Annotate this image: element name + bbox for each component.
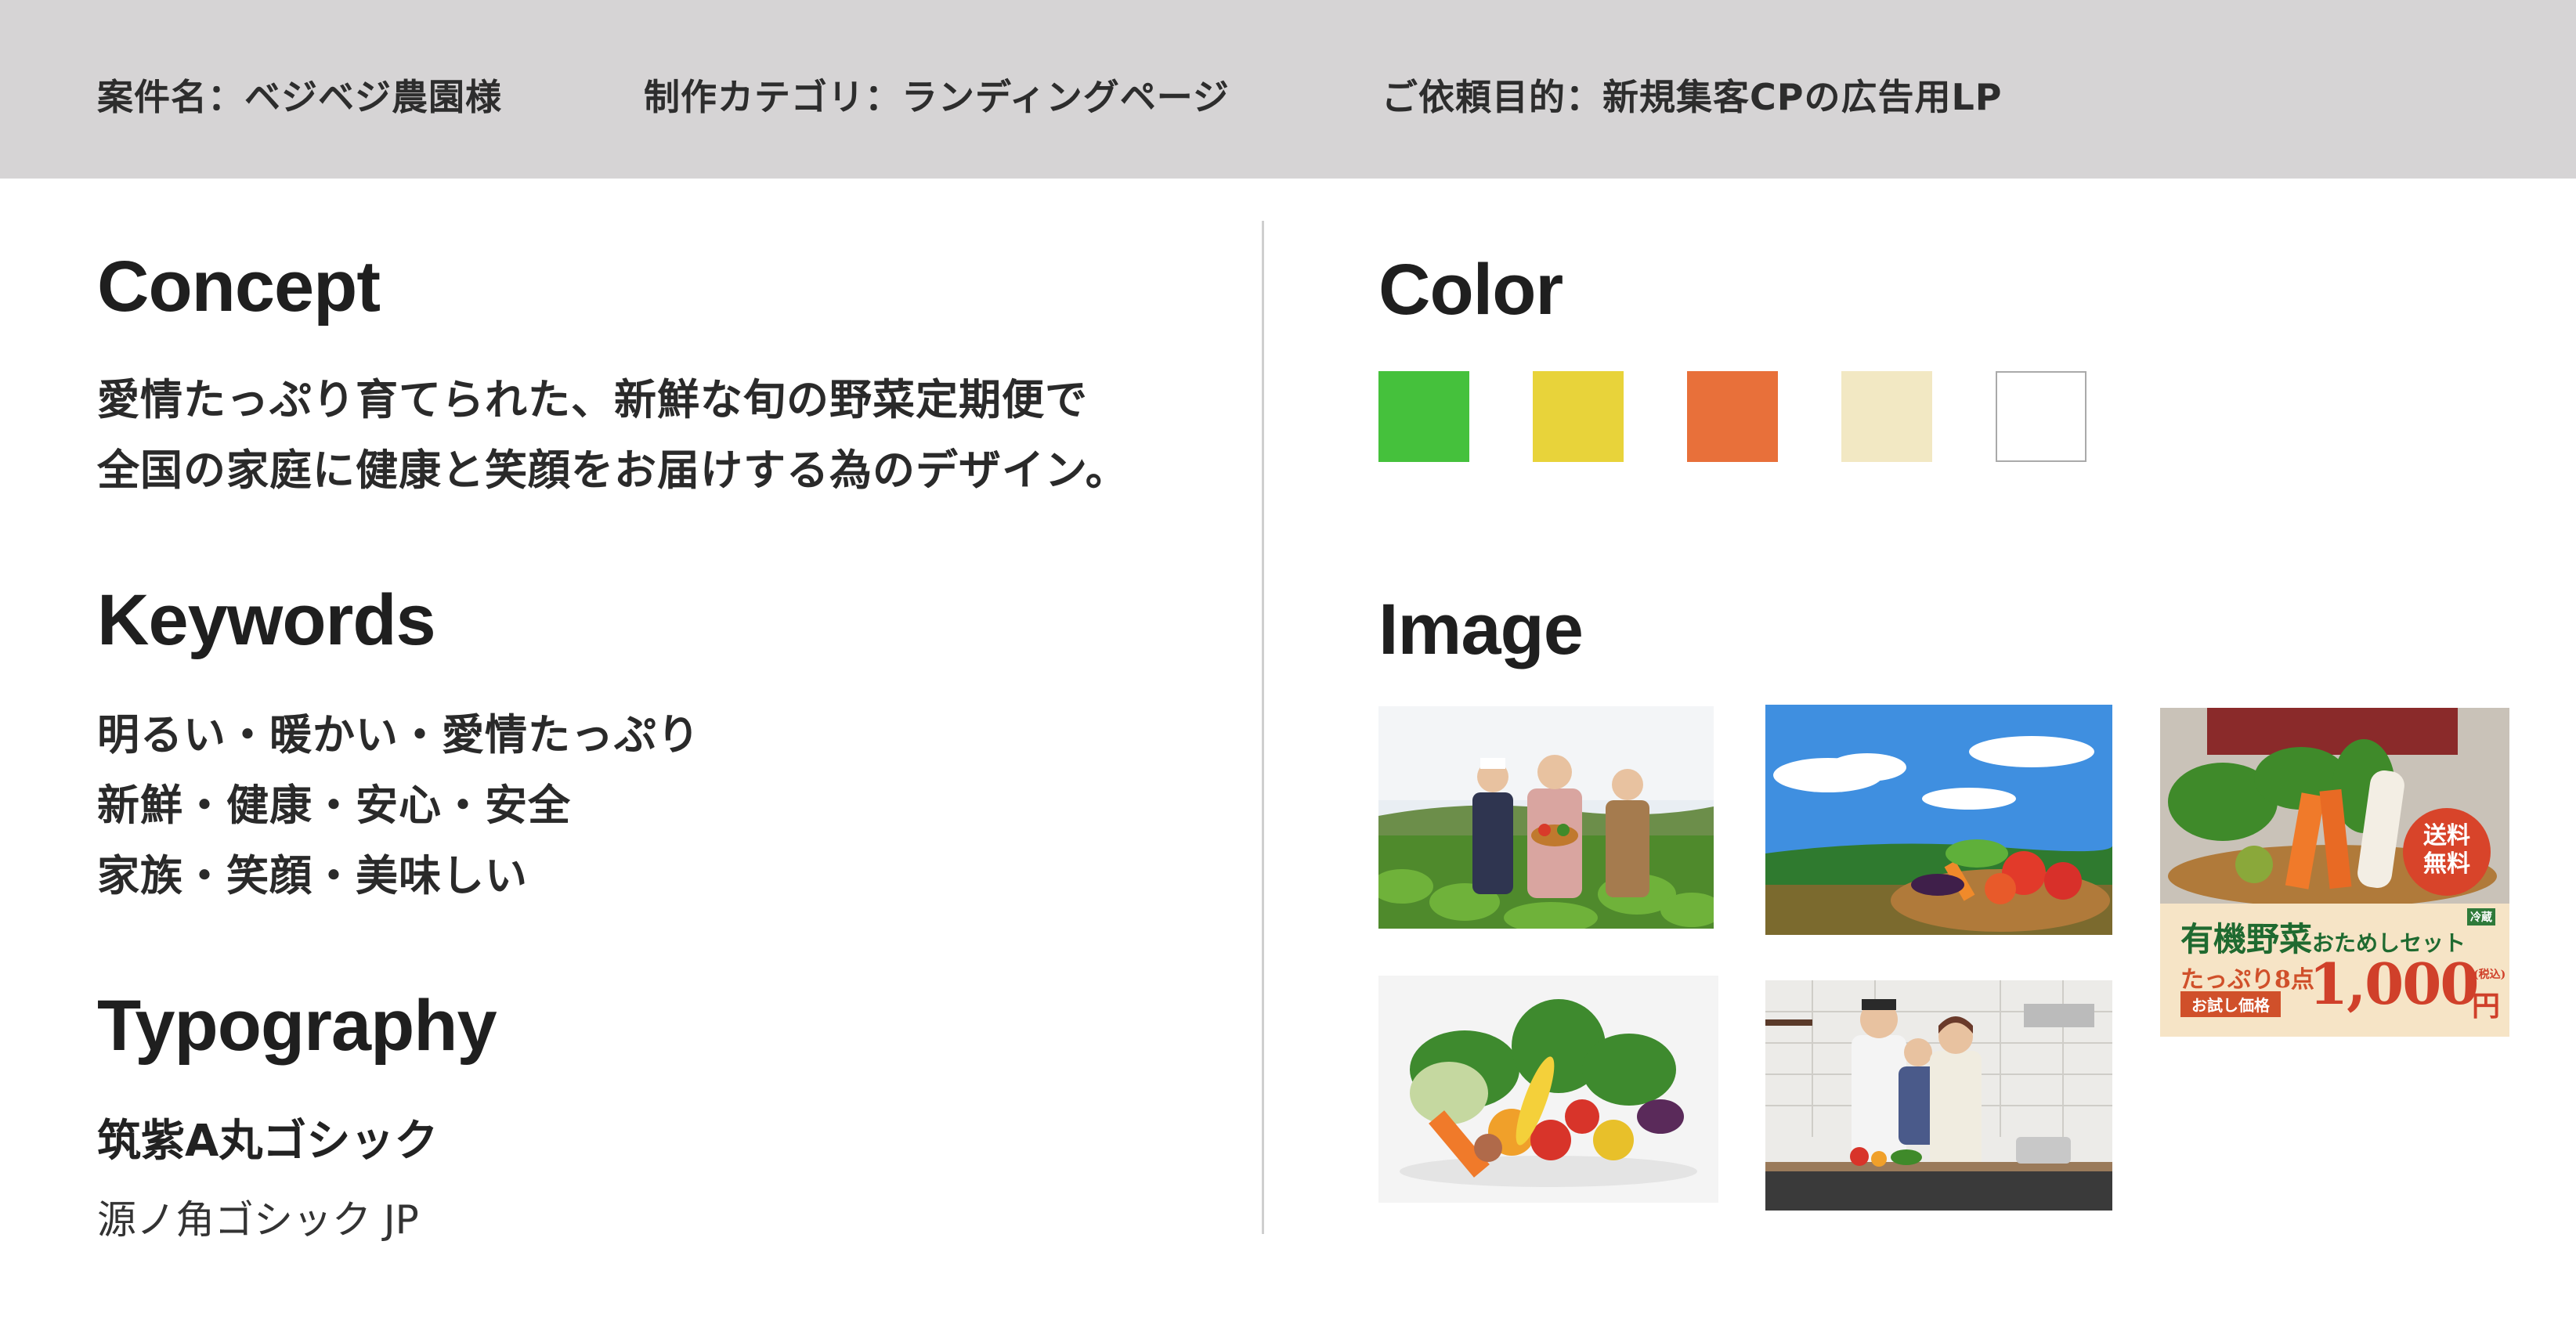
project-name: 案件名：ベジベジ農園様 (97, 76, 502, 118)
font-name-primary: 筑紫A丸ゴシック (97, 1116, 439, 1167)
badge-line-1: 送料 (2423, 822, 2470, 850)
badge-line-2: 無料 (2423, 850, 2470, 878)
concept-line-1: 愛情たっぷり育てられた、新鮮な旬の野菜定期便で (97, 375, 1088, 424)
ad-yen: 円 (2472, 990, 2501, 1023)
color-swatch-orange (1687, 371, 1778, 462)
color-swatch-yellow (1533, 371, 1624, 462)
concept-line-2: 全国の家庭に健康と笑顔をお届けする為のデザイン。 (97, 446, 1129, 495)
keywords-line-1: 明るい・暖かい・愛情たっぷり (97, 710, 700, 760)
production-category: 制作カテゴリ：ランディングページ (644, 76, 1230, 118)
photo-vegetable-pile (1378, 976, 1718, 1203)
color-heading: Color (1378, 250, 1563, 330)
keywords-line-3: 家族・笑顔・美味しい (97, 851, 528, 900)
photo-family-kitchen (1765, 980, 2112, 1211)
ad-quantity: たっぷり8点 (2180, 966, 2314, 994)
header-bar: 案件名：ベジベジ農園様 制作カテゴリ：ランディングページ ご依頼目的：新規集客C… (0, 0, 2576, 179)
color-swatch-green (1378, 371, 1469, 462)
photo-farmers-field (1378, 706, 1714, 929)
keywords-heading: Keywords (97, 580, 436, 660)
free-shipping-badge: 送料 無料 (2403, 808, 2491, 896)
color-swatch-white (1996, 371, 2086, 462)
ad-price: 1,000 (2309, 951, 2479, 1017)
image-heading: Image (1378, 590, 1584, 669)
typography-heading: Typography (97, 986, 497, 1066)
font-name-secondary: 源ノ角ゴシック JP (97, 1197, 419, 1243)
keywords-line-2: 新鮮・健康・安心・安全 (97, 781, 571, 830)
refrigerated-tag: 冷蔵 (2467, 908, 2495, 926)
ad-tax-note: (税込) (2473, 969, 2506, 981)
request-purpose: ご依頼目的：新規集客CPの広告用LP (1382, 76, 2003, 118)
photo-vegetable-basket-sky (1765, 705, 2112, 935)
ad-price-label: お試し価格 (2180, 991, 2281, 1017)
color-swatch-cream (1841, 371, 1932, 462)
concept-heading: Concept (97, 247, 381, 327)
ad-headline-main: 有機野菜 (2180, 920, 2313, 958)
ad-organic-vegetables-trial-set: 送料 無料 冷蔵 有機野菜おためしセット たっぷり8点 お試し価格 1,000 … (2160, 708, 2509, 1037)
column-divider (1262, 221, 1264, 1234)
